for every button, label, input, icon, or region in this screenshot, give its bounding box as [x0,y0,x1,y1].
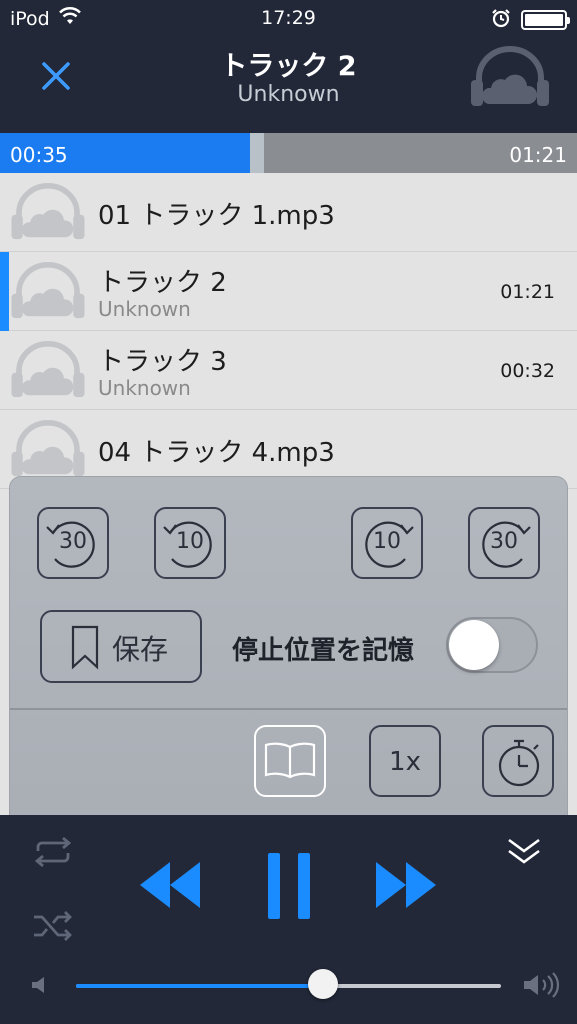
total-time: 01:21 [509,143,567,167]
bookmarks-list-button[interactable] [254,725,326,797]
skip-back-10-button[interactable]: 10 [154,507,226,579]
track-row-current[interactable]: トラック 2 Unknown 01:21 [0,252,577,331]
playback-speed-label: 1x [389,747,421,777]
seek-buffer-marker [250,133,264,173]
volume-low-icon [30,975,48,999]
cloud-headphones-icon [11,183,85,240]
remember-position-toggle[interactable] [446,617,538,673]
track-name: 01 トラック 1.mp3 [98,201,335,231]
track-artist: Unknown [98,376,191,400]
repeat-button[interactable] [32,836,74,871]
elapsed-time: 00:35 [10,143,68,167]
playback-speed-button[interactable]: 1x [369,725,441,797]
rewind-icon [140,862,200,908]
volume-slider[interactable] [76,984,501,988]
shuffle-icon [34,911,72,941]
volume-slider-knob[interactable] [308,969,338,999]
rewind-button[interactable] [138,860,202,914]
battery-icon [521,10,570,30]
cloud-headphones-icon [11,420,85,477]
volume-slider-fill [76,984,322,988]
skip-forward-30-label: 30 [490,529,518,554]
control-panel: 30 10 10 30 保存 停止位置を記憶 1x [9,476,568,836]
cloud-headphones-icon [11,262,85,319]
remember-position-label: 停止位置を記憶 [232,636,415,666]
track-artist: Unknown [98,297,191,321]
book-icon [264,742,316,779]
player-controls [0,815,577,1024]
alarm-icon [491,8,511,32]
cloud-headphones-icon [11,341,85,398]
skip-forward-30-button[interactable]: 30 [468,507,540,579]
track-row[interactable]: 01 トラック 1.mp3 [0,173,577,252]
track-row[interactable]: トラック 3 Unknown 00:32 [0,331,577,410]
stopwatch-icon [498,739,540,787]
skip-back-30-label: 30 [59,529,87,554]
track-duration: 00:32 [500,360,555,382]
skip-back-10-label: 10 [176,529,204,554]
panel-divider [10,708,567,710]
skip-forward-10-button[interactable]: 10 [351,507,423,579]
pause-icon [268,853,310,919]
now-playing-header: トラック 2 Unknown [0,38,577,133]
track-name: 04 トラック 4.mp3 [98,438,335,468]
toggle-knob [449,620,499,670]
save-label: 保存 [112,633,169,666]
sleep-timer-button[interactable] [482,725,554,797]
skip-back-30-button[interactable]: 30 [37,507,109,579]
bookmark-icon [71,625,99,670]
fast-forward-icon [376,862,436,908]
track-art [8,183,88,245]
shuffle-button[interactable] [32,911,74,945]
skip-forward-10-label: 10 [373,529,401,554]
cloud-headphones-icon [471,46,549,106]
track-name: トラック 2 [98,268,227,298]
repeat-icon [34,836,72,868]
track-name: トラック 3 [98,347,227,377]
double-chevron-down-icon [508,838,540,864]
volume-high-icon [522,972,560,1002]
track-art [8,262,88,324]
track-art [8,341,88,403]
collapse-panel-button[interactable] [506,837,542,869]
fast-forward-button[interactable] [374,860,438,914]
pause-button[interactable] [266,853,312,923]
seek-bar[interactable]: 00:35 01:21 [0,133,577,173]
status-bar: iPod 17:29 [0,0,577,38]
cloud-headphones-logo [469,46,551,112]
status-right [491,8,570,32]
track-art [8,420,88,482]
track-duration: 01:21 [500,281,555,303]
save-bookmark-button[interactable]: 保存 [40,610,202,683]
